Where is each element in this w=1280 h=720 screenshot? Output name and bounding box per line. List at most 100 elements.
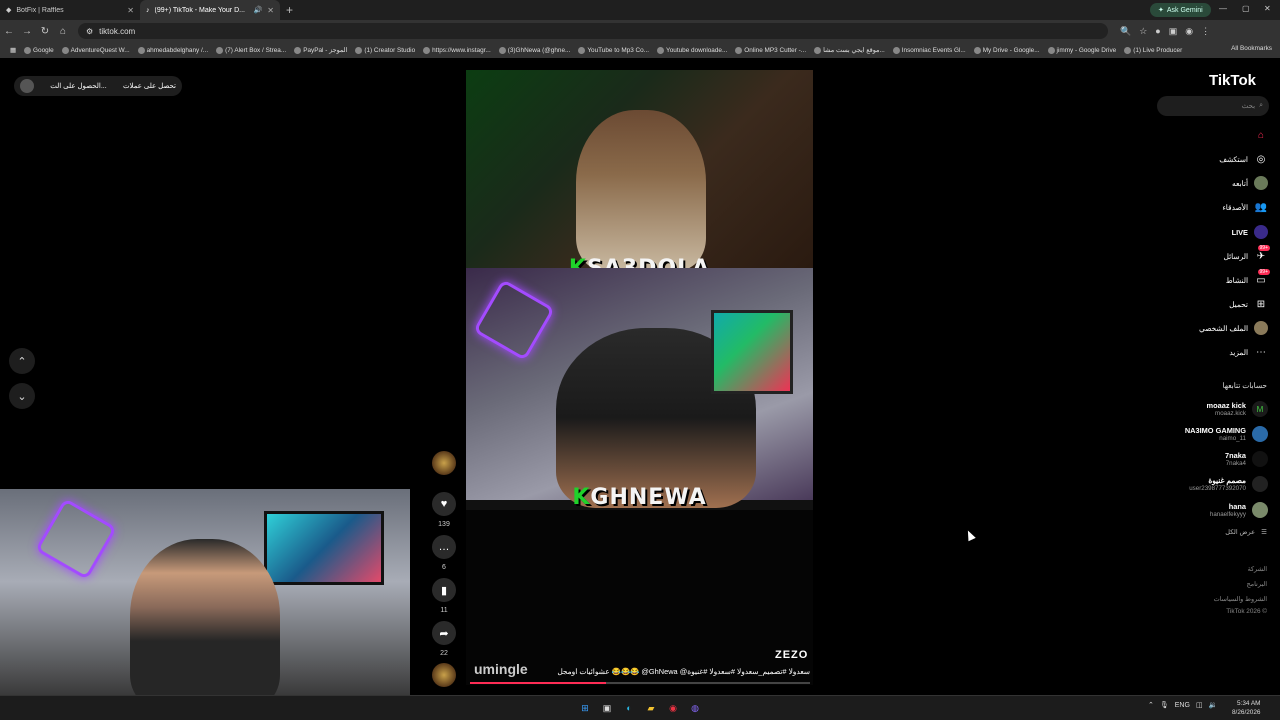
edge-icon[interactable]: ◐	[622, 701, 636, 715]
language-indicator[interactable]: ENG	[1175, 702, 1190, 709]
comment-action[interactable]: … 6	[432, 535, 456, 571]
tab-tiktok[interactable]: ♪ (99+) TikTok - Make Your D... 🔊 ✕	[140, 0, 280, 20]
forward-button[interactable]: →	[18, 26, 36, 37]
bookmark-item[interactable]: موقع ايجي بست مشا...	[810, 46, 889, 54]
account-item[interactable]: 7naka 7naka4	[1140, 448, 1268, 470]
get-coins-label[interactable]: تحصل على عملات	[123, 82, 176, 90]
tab-botfix[interactable]: ◆ BotFix | Raffles ✕	[0, 0, 140, 20]
bookmark-item[interactable]: (1) Live Producer	[1120, 46, 1186, 54]
bookmark-item[interactable]: ahmedabdelghany /...	[134, 46, 212, 54]
video-description[interactable]: عشوائيات اومجل 😂😂😂 @GhNewa @سعدولا #تصمي…	[480, 667, 810, 676]
share-action[interactable]: ➦ 22	[432, 621, 456, 657]
bookmark-item[interactable]: Insomniac Events Gl...	[889, 46, 970, 54]
bookmark-item[interactable]: (3)GhNewa (@ghne...	[495, 46, 575, 54]
heart-icon[interactable]: ♥	[432, 492, 456, 516]
save-action[interactable]: ▮ 11	[432, 578, 456, 614]
video-author[interactable]: ZEZO	[775, 649, 808, 661]
bookmark-item[interactable]: (7) Alert Box / Strea...	[212, 46, 290, 54]
account-item[interactable]: hana hanaelfekyyy	[1140, 499, 1268, 521]
menu-kebab-icon[interactable]: ⋮	[1201, 26, 1210, 37]
see-all-button[interactable]: عرض الكل ☰	[1150, 528, 1267, 536]
comment-icon[interactable]: …	[432, 535, 456, 559]
bookmark-icon[interactable]: ▮	[432, 578, 456, 602]
microphone-icon[interactable]: 🎙	[1160, 701, 1169, 709]
extensions-puzzle-icon[interactable]: ▣	[1169, 26, 1178, 37]
get-app-label[interactable]: الحصول على الت...	[50, 82, 106, 90]
sidebar-item-activity[interactable]: النشاط ▭ 99+	[1150, 269, 1270, 288]
bookmark-label: (1) Live Producer	[1133, 46, 1183, 54]
system-clock[interactable]: 5:34 AM 8/26/2026	[1232, 699, 1260, 717]
back-button[interactable]: ←	[0, 26, 18, 37]
bookmark-item[interactable]: (1) Creator Studio	[351, 46, 419, 54]
new-tab-button[interactable]: +	[286, 3, 293, 17]
bookmark-item[interactable]: jimmy - Google Drive	[1044, 46, 1121, 54]
video-progress-bar[interactable]	[470, 682, 810, 684]
bookmark-item[interactable]: PayPal - الموجز	[290, 46, 351, 54]
profile-avatar-icon[interactable]: ◉	[1185, 26, 1193, 37]
bookmark-favicon-icon	[216, 46, 224, 54]
minimize-button[interactable]: —	[1219, 4, 1227, 13]
chrome-icon[interactable]: ◉	[666, 701, 680, 715]
bookmark-item[interactable]: YouTube to Mp3 Co...	[574, 46, 653, 54]
task-view-icon[interactable]: ▣	[600, 701, 614, 715]
footer-link-program[interactable]: البرنامج	[1150, 580, 1267, 588]
sidebar-item-upload[interactable]: تحميل ⊞	[1150, 296, 1268, 312]
maximize-button[interactable]: ▢	[1242, 4, 1250, 13]
file-explorer-icon[interactable]: ▰	[644, 701, 658, 715]
account-item[interactable]: مصمم غنيوة user2398777392070	[1140, 473, 1268, 495]
site-info-icon[interactable]: ⚙	[86, 27, 93, 36]
get-coins-pill[interactable]: الحصول على الت... تحصل على عملات	[14, 76, 182, 96]
speaker-icon[interactable]: 🔊	[254, 6, 263, 14]
bookmark-item[interactable]: Google	[20, 46, 58, 54]
previous-video-button[interactable]: ⌃	[9, 348, 35, 374]
url-text: tiktok.com	[99, 26, 136, 36]
address-bar[interactable]: ⚙ tiktok.com	[78, 23, 1108, 39]
account-item[interactable]: NA3IMO GAMING naimo_11	[1140, 423, 1268, 445]
avatar[interactable]	[20, 79, 34, 93]
account-item[interactable]: moaaz kick moaaz.kick M	[1140, 398, 1268, 420]
sidebar-item-live[interactable]: LIVE	[1150, 224, 1268, 240]
sidebar-item-profile[interactable]: الملف الشخصي	[1150, 320, 1268, 336]
volume-icon[interactable]: 🔉	[1209, 701, 1218, 709]
search-icon[interactable]: ⌕	[1259, 102, 1263, 110]
search-input[interactable]: بحث ⌕	[1157, 96, 1269, 116]
bookmark-item[interactable]: My Drive - Google...	[970, 46, 1044, 54]
bookmark-item[interactable]: Online MP3 Cutter -...	[731, 46, 810, 54]
zoom-icon[interactable]: 🔍	[1120, 26, 1131, 37]
creator-avatar[interactable]	[432, 451, 456, 475]
discord-icon[interactable]: ◍	[688, 701, 702, 715]
share-icon[interactable]: ➦	[432, 621, 456, 645]
close-window-button[interactable]: ✕	[1264, 4, 1271, 13]
account-username: moaaz.kick	[1215, 410, 1246, 417]
all-bookmarks-button[interactable]: All Bookmarks	[1231, 45, 1272, 52]
chevron-up-icon[interactable]: ⌃	[1148, 701, 1154, 709]
bookmark-star-icon[interactable]: ☆	[1139, 26, 1147, 37]
sidebar-item-home[interactable]: ⌂	[1150, 127, 1268, 143]
sidebar-item-friends[interactable]: الأصدقاء 👥	[1150, 199, 1268, 215]
video-player[interactable]: KSA3DOLA KGHNEWA	[466, 70, 813, 510]
bookmark-item[interactable]: AdventureQuest W...	[58, 46, 134, 54]
footer-link-terms[interactable]: الشروط والسياسات	[1150, 595, 1267, 603]
home-button[interactable]: ⌂	[54, 26, 72, 37]
tab-favicon-icon: ◆	[6, 7, 12, 14]
close-icon[interactable]: ✕	[127, 6, 134, 15]
close-icon[interactable]: ✕	[267, 6, 274, 15]
bookmark-item[interactable]: Youtube downloade...	[653, 46, 731, 54]
sidebar-item-more[interactable]: المزيد ⋯	[1150, 344, 1268, 360]
network-icon[interactable]: ◫	[1196, 701, 1203, 709]
sidebar-item-messages[interactable]: الرسائل ✈ 99+	[1150, 245, 1270, 264]
reload-button[interactable]: ↻	[36, 26, 54, 37]
avatar	[1252, 476, 1268, 492]
ask-gemini-button[interactable]: ✦ Ask Gemini	[1150, 3, 1211, 17]
music-disc-avatar[interactable]	[432, 663, 456, 687]
footer-link-company[interactable]: الشركة	[1150, 565, 1267, 573]
tiktok-logo[interactable]: TikTok	[1209, 72, 1256, 89]
windows-start-icon[interactable]: ⊞	[578, 701, 592, 715]
bookmark-item[interactable]: https://www.instagr...	[419, 46, 495, 54]
sidebar-item-following[interactable]: أتابعه	[1150, 175, 1268, 191]
extension-icon[interactable]: ●	[1155, 26, 1160, 37]
next-video-button[interactable]: ⌄	[9, 383, 35, 409]
sidebar-item-explore[interactable]: استكشف ◎	[1150, 151, 1268, 167]
apps-grid-icon[interactable]: ▦	[6, 46, 20, 54]
like-action[interactable]: ♥ 139	[432, 492, 456, 528]
